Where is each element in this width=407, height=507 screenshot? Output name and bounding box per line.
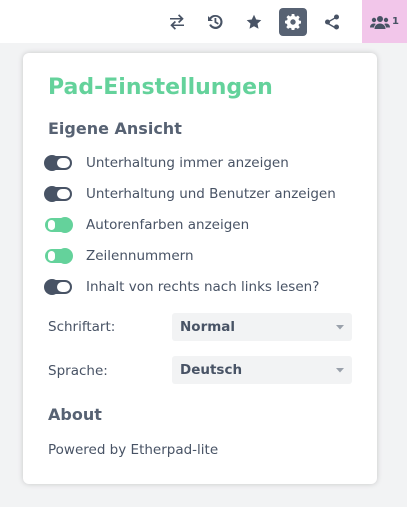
share-icon — [325, 14, 339, 30]
font-select[interactable]: Normal — [172, 313, 352, 341]
toggle-switch[interactable] — [45, 248, 73, 264]
option-rtl[interactable]: Inhalt von rechts nach links lesen? — [44, 278, 320, 296]
option-label: Inhalt von rechts nach links lesen? — [86, 279, 320, 295]
language-label: Sprache: — [48, 363, 108, 379]
toggle-switch[interactable] — [44, 155, 72, 171]
gear-icon — [285, 14, 301, 30]
import-export-icon — [170, 14, 184, 30]
users-icon — [370, 15, 391, 29]
star-button[interactable] — [240, 8, 268, 36]
star-icon — [246, 14, 262, 29]
about-heading: About — [48, 405, 102, 424]
settings-title: Pad-Einstellungen — [48, 75, 273, 100]
chevron-down-icon — [336, 323, 344, 331]
language-select-value: Deutsch — [180, 362, 243, 378]
own-view-heading: Eigene Ansicht — [48, 119, 182, 138]
user-count: 1 — [392, 16, 399, 27]
option-label: Zeilennummern — [86, 248, 194, 264]
toggle-switch[interactable] — [44, 186, 72, 202]
import-export-button[interactable] — [163, 8, 191, 36]
font-label: Schriftart: — [48, 319, 116, 335]
about-text: Powered by Etherpad-lite — [48, 442, 219, 458]
option-label: Unterhaltung immer anzeigen — [86, 155, 289, 171]
settings-panel: Pad-Einstellungen Eigene Ansicht Unterha… — [23, 53, 377, 484]
toggle-switch[interactable] — [44, 279, 72, 295]
option-show-chat[interactable]: Unterhaltung immer anzeigen — [44, 154, 289, 172]
option-line-numbers[interactable]: Zeilennummern — [45, 247, 194, 265]
chevron-down-icon — [336, 366, 344, 374]
history-icon — [208, 14, 223, 29]
top-toolbar: 1 — [0, 0, 407, 43]
option-author-colors[interactable]: Autorenfarben anzeigen — [45, 216, 249, 234]
share-button[interactable] — [318, 8, 346, 36]
settings-button[interactable] — [279, 8, 307, 36]
toggle-switch[interactable] — [45, 217, 73, 233]
users-button[interactable]: 1 — [362, 0, 407, 43]
option-show-chat-and-users[interactable]: Unterhaltung und Benutzer anzeigen — [44, 185, 336, 203]
option-label: Unterhaltung und Benutzer anzeigen — [86, 186, 336, 202]
option-label: Autorenfarben anzeigen — [86, 217, 250, 233]
font-select-value: Normal — [180, 319, 236, 335]
history-button[interactable] — [201, 8, 229, 36]
language-select[interactable]: Deutsch — [172, 356, 352, 384]
